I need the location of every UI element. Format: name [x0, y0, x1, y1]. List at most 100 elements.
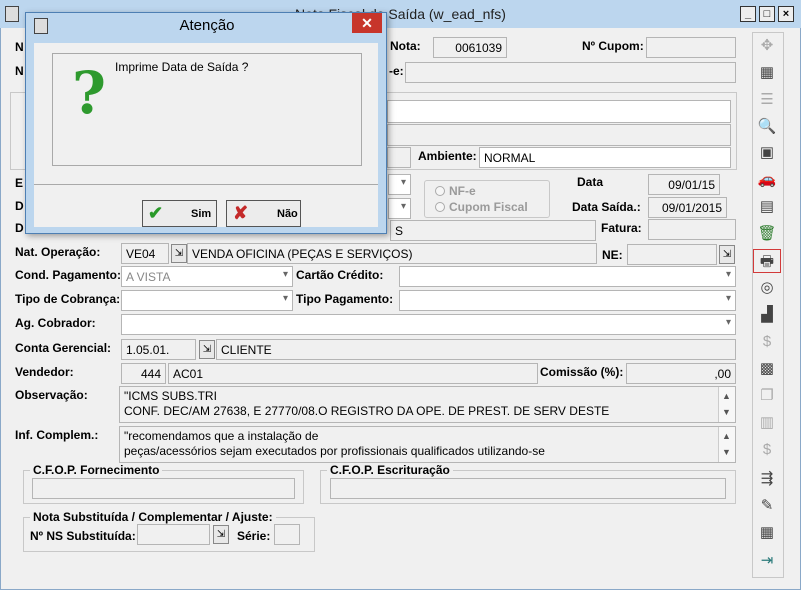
check-icon: ✔	[148, 203, 164, 223]
nfe-key-field[interactable]	[405, 62, 736, 83]
ns-substituida-lookup-button[interactable]: ⇲	[213, 525, 229, 544]
move-icon[interactable]: ✥	[753, 34, 781, 58]
partial-label: D	[15, 221, 24, 235]
printer-icon[interactable]: 🖶	[753, 249, 781, 273]
hidden-field-3[interactable]: S	[390, 220, 596, 241]
data-saida-field[interactable]: 09/01/2015	[648, 197, 727, 218]
minimize-button[interactable]: _	[740, 6, 756, 22]
coins-icon[interactable]: ◎	[753, 276, 781, 300]
export-icon[interactable]: ⇶	[753, 467, 781, 491]
cupom-fiscal-radio[interactable]	[435, 202, 445, 212]
cfop-escrituracao-label: C.F.O.P. Escrituração	[327, 463, 453, 477]
serie-label: Série:	[237, 529, 271, 543]
gift-icon[interactable]: ▣	[753, 141, 781, 165]
car-icon[interactable]: 🚗	[753, 168, 781, 192]
hidden-combo-1[interactable]: ▾	[388, 174, 411, 195]
conta-gerencial-lookup-button[interactable]: ⇲	[199, 340, 215, 359]
nat-operacao-lookup-button[interactable]: ⇲	[171, 244, 187, 263]
list-icon[interactable]: ☰	[753, 88, 781, 112]
nfe-radio-label: NF-e	[449, 184, 476, 198]
cfop-fornecimento-field[interactable]	[32, 478, 295, 499]
maximize-button[interactable]: □	[759, 6, 775, 22]
ag-cobrador-label: Ag. Cobrador:	[15, 316, 96, 330]
cupom-field[interactable]	[646, 37, 736, 58]
trash-icon[interactable]: 🗑	[753, 222, 781, 246]
chevron-down-icon: ▾	[282, 293, 288, 304]
copy-icon[interactable]: ❐	[753, 384, 781, 408]
calculator-icon[interactable]: ▩	[753, 357, 781, 381]
exit-icon[interactable]: ⇥	[753, 549, 781, 573]
ag-cobrador-select[interactable]: ▾	[121, 314, 736, 335]
nota-substituida-label: Nota Substituída / Complementar / Ajuste…	[30, 510, 276, 524]
columns-icon[interactable]: ▥	[753, 411, 781, 435]
observacao-line: CONF. DEC/AM 27638, E 27770/08.O REGISTR…	[124, 404, 610, 418]
table-icon[interactable]: ▦	[753, 521, 781, 545]
cfop-fornecimento-label: C.F.O.P. Fornecimento	[30, 463, 163, 477]
ambiente-field[interactable]: NORMAL	[479, 147, 731, 168]
scroll-down-icon[interactable]: ▼	[722, 445, 731, 460]
preview-icon[interactable]: 🔍	[753, 115, 781, 139]
print-stack-icon[interactable]: ▤	[753, 195, 781, 219]
fatura-field[interactable]	[648, 219, 736, 240]
cfop-escrituracao-field[interactable]	[330, 478, 726, 499]
vendedor-code-field[interactable]: 444	[121, 363, 166, 384]
cartao-credito-select[interactable]: ▾	[399, 266, 736, 287]
scroll-down-icon[interactable]: ▼	[722, 405, 731, 420]
confirm-dialog: Atenção ✕ ? Imprime Data de Saída ? ✔ Si…	[25, 12, 387, 234]
nat-operacao-code-field[interactable]: VE04	[121, 243, 169, 264]
inf-complem-scrollbar[interactable]: ▲ ▼	[718, 427, 735, 462]
chevron-down-icon: ▾	[725, 293, 731, 304]
nota-field[interactable]: 0061039	[433, 37, 507, 58]
cond-pagamento-value: A VISTA	[126, 270, 171, 284]
tipo-cobranca-label: Tipo de Cobrança:	[15, 292, 121, 306]
client-address-field[interactable]	[387, 124, 731, 146]
ambiente-label: Ambiente:	[418, 149, 477, 163]
dollar2-icon[interactable]: $	[753, 438, 781, 462]
close-button[interactable]: ×	[778, 6, 794, 22]
scroll-up-icon[interactable]: ▲	[722, 389, 731, 404]
inf-complem-memo[interactable]: "recomendamos que a instalação de peças/…	[119, 426, 736, 463]
spreadsheet-icon[interactable]: ▦	[753, 61, 781, 85]
client-extra-field[interactable]	[387, 147, 411, 168]
ns-substituida-field[interactable]	[137, 524, 210, 545]
client-name-field[interactable]	[387, 100, 731, 123]
conta-gerencial-code-field[interactable]: 1.05.01.	[121, 339, 196, 360]
vendedor-name-field[interactable]: AC01	[168, 363, 538, 384]
observacao-label: Observação:	[15, 388, 88, 402]
data-label: Data	[577, 175, 604, 189]
tipo-pagamento-select[interactable]: ▾	[399, 290, 736, 311]
nao-button[interactable]: ✘ Não	[226, 200, 301, 227]
serie-field[interactable]	[274, 524, 300, 545]
inf-complem-line: "recomendamos que a instalação de	[124, 429, 319, 443]
observacao-memo[interactable]: "ICMS SUBS.TRI CONF. DEC/AM 27638, E 277…	[119, 386, 736, 423]
dialog-title: Atenção	[179, 17, 235, 34]
sim-button[interactable]: ✔ Sim	[142, 200, 217, 227]
dialog-body: ? Imprime Data de Saída ? ✔ Sim ✘ Não	[34, 43, 378, 227]
tools-icon[interactable]: ✎	[753, 494, 781, 518]
conta-gerencial-desc-field[interactable]: CLIENTE	[216, 339, 736, 360]
observacao-line: "ICMS SUBS.TRI	[124, 389, 217, 403]
chevron-down-icon: ▾	[282, 269, 288, 280]
data-field[interactable]: 09/01/15	[648, 174, 720, 195]
tipo-cobranca-select[interactable]: ▾	[121, 290, 293, 311]
comissao-field[interactable]: ,00	[626, 363, 736, 384]
scroll-up-icon[interactable]: ▲	[722, 429, 731, 444]
chevron-down-icon: ▾	[725, 317, 731, 328]
fatura-label: Fatura:	[601, 221, 642, 235]
ne-lookup-button[interactable]: ⇲	[719, 245, 735, 264]
cashier-icon[interactable]: ▟	[753, 303, 781, 327]
inf-complem-label: Inf. Complem.:	[15, 428, 99, 442]
hidden-combo-2[interactable]: ▾	[388, 198, 411, 219]
cond-pagamento-select[interactable]: A VISTA ▾	[121, 266, 293, 287]
partial-label: E	[15, 176, 24, 190]
ne-field[interactable]	[627, 244, 717, 265]
conta-gerencial-label: Conta Gerencial:	[15, 341, 112, 355]
nfe-radio[interactable]	[435, 186, 445, 196]
dialog-message: Imprime Data de Saída ?	[115, 60, 249, 74]
cartao-credito-label: Cartão Crédito:	[296, 268, 384, 282]
dollar-icon[interactable]: $	[753, 330, 781, 354]
nat-operacao-desc-field[interactable]: VENDA OFICINA (PEÇAS E SERVIÇOS)	[187, 243, 597, 264]
observacao-scrollbar[interactable]: ▲ ▼	[718, 387, 735, 422]
dialog-close-button[interactable]: ✕	[352, 13, 382, 33]
chevron-down-icon: ▾	[725, 269, 731, 280]
